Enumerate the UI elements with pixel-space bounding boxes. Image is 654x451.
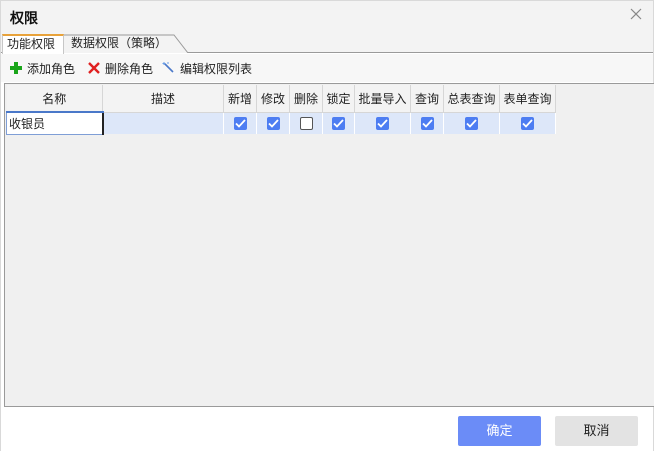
permission-cell[interactable] — [499, 112, 556, 134]
plus-icon — [10, 62, 22, 74]
permission-checkbox-query[interactable] — [420, 117, 434, 131]
delete-role-label: 删除角色 — [105, 61, 154, 76]
column-header-add[interactable]: 新增 — [223, 85, 257, 113]
cancel-button[interactable]: 取消 — [555, 416, 638, 446]
column-header-query[interactable]: 查询 — [410, 85, 444, 113]
add-role-label: 添加角色 — [27, 61, 76, 76]
column-header-description[interactable]: 描述 — [102, 85, 224, 113]
role-description-cell[interactable] — [102, 112, 224, 134]
permission-checkbox-modify[interactable] — [266, 117, 280, 131]
column-header-summary-query[interactable]: 总表查询 — [443, 85, 500, 113]
delete-role-button[interactable]: 删除角色 — [87, 59, 153, 77]
permission-cell[interactable] — [223, 112, 257, 134]
permissions-grid: 名称 描述 新增 修改 删除 锁定 批量导入 查询 总表查询 表单查询 收银员 — [4, 83, 654, 407]
check-icon — [333, 119, 344, 129]
permission-checkbox-form-query[interactable] — [521, 117, 534, 131]
tab-strip: 功能权限 数据权限（策略） — [1, 33, 653, 54]
permission-checkbox-add[interactable] — [233, 117, 247, 131]
tab-function-permissions[interactable]: 功能权限 — [2, 34, 64, 54]
table-row[interactable]: 收银员 — [6, 111, 556, 135]
x-icon — [88, 62, 100, 74]
permission-cell[interactable] — [256, 112, 290, 134]
permission-checkbox-delete[interactable] — [299, 117, 313, 131]
permissions-table: 名称 描述 新增 修改 删除 锁定 批量导入 查询 总表查询 表单查询 收银员 — [6, 85, 556, 135]
dialog-title: 权限 — [10, 10, 38, 26]
column-header-delete[interactable]: 删除 — [289, 85, 323, 113]
close-icon — [630, 8, 642, 20]
column-header-form-query[interactable]: 表单查询 — [499, 85, 556, 113]
permission-checkbox-summary-query[interactable] — [465, 117, 478, 131]
permission-cell[interactable] — [289, 112, 323, 134]
dialog-footer: 确定 取消 — [1, 408, 653, 451]
tab-data-permissions[interactable]: 数据权限（策略） — [63, 34, 191, 53]
check-icon — [522, 119, 533, 129]
close-button[interactable] — [627, 5, 645, 23]
column-header-lock[interactable]: 锁定 — [322, 85, 355, 113]
check-icon — [421, 119, 433, 129]
permission-cell[interactable] — [410, 112, 444, 134]
permission-cell[interactable] — [322, 112, 355, 134]
check-icon — [377, 119, 388, 129]
permissions-dialog: 权限 功能权限 数据权限（策略） 添加角色 删除角色 编辑权限列表 名称 描述 … — [0, 0, 654, 451]
column-header-modify[interactable]: 修改 — [256, 85, 290, 113]
edit-permission-list-button[interactable]: 编辑权限列表 — [162, 59, 252, 77]
check-icon — [267, 119, 279, 129]
check-icon — [466, 119, 477, 129]
permission-checkbox-batch-import[interactable] — [376, 117, 389, 131]
permission-cell[interactable] — [443, 112, 500, 134]
permission-checkbox-lock[interactable] — [332, 117, 345, 131]
confirm-button[interactable]: 确定 — [458, 416, 541, 446]
edit-permission-list-label: 编辑权限列表 — [180, 61, 253, 76]
wand-icon — [162, 62, 174, 73]
table-header-row: 名称 描述 新增 修改 删除 锁定 批量导入 查询 总表查询 表单查询 — [6, 85, 556, 113]
toolbar: 添加角色 删除角色 编辑权限列表 — [1, 54, 653, 82]
permission-cell[interactable] — [354, 112, 411, 134]
role-name-cell[interactable]: 收银员 — [6, 111, 104, 135]
title-bar: 权限 — [1, 1, 653, 33]
check-icon — [234, 119, 246, 129]
add-role-button[interactable]: 添加角色 — [9, 59, 75, 77]
column-header-name[interactable]: 名称 — [6, 85, 103, 113]
column-header-batch-import[interactable]: 批量导入 — [354, 85, 411, 113]
